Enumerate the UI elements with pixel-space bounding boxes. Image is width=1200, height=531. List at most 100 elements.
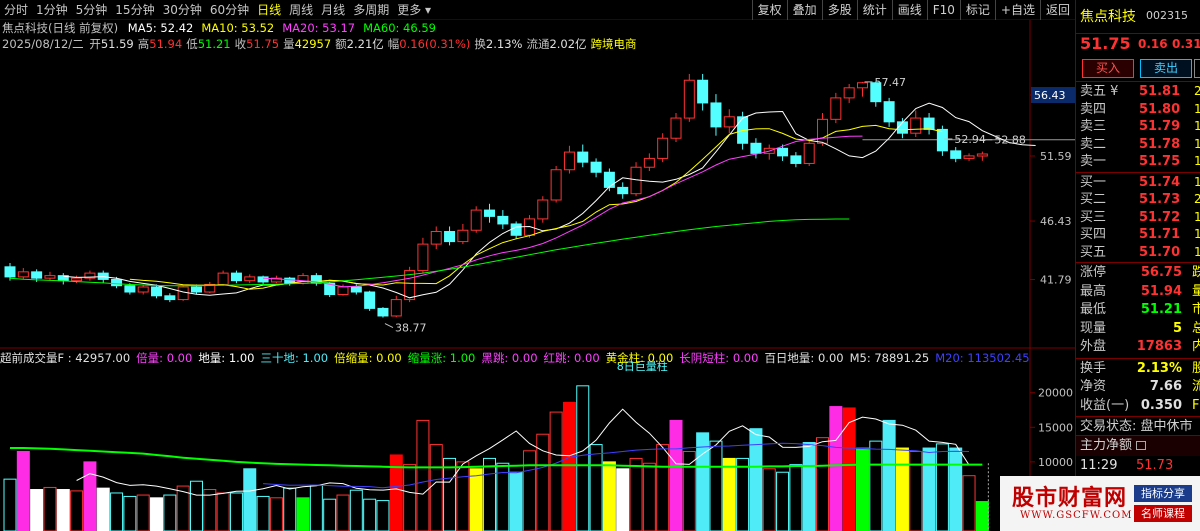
tool-button-6[interactable]: 标记 xyxy=(959,0,995,20)
volume-bar[interactable] xyxy=(949,447,963,531)
volume-bar[interactable] xyxy=(283,487,297,531)
volume-bar[interactable] xyxy=(216,492,230,531)
period-tab-9[interactable]: 多周期 xyxy=(349,0,393,20)
volume-bar[interactable] xyxy=(123,495,137,531)
volume-bar[interactable] xyxy=(776,471,790,531)
period-tab-7[interactable]: 周线 xyxy=(285,0,317,20)
volume-bar[interactable] xyxy=(309,484,323,531)
panel-toggle-button[interactable] xyxy=(1194,59,1200,78)
tool-button-2[interactable]: 多股 xyxy=(821,0,857,20)
volume-bar[interactable] xyxy=(203,489,217,531)
volume-bar[interactable] xyxy=(962,475,976,531)
volume-bar[interactable] xyxy=(762,468,776,531)
candle[interactable] xyxy=(17,268,29,280)
volume-bar[interactable] xyxy=(3,478,17,531)
candle[interactable] xyxy=(497,210,509,229)
period-tab-5[interactable]: 60分钟 xyxy=(206,0,253,20)
volume-bar[interactable] xyxy=(43,486,57,531)
volume-bar[interactable] xyxy=(895,447,909,531)
period-tab-0[interactable]: 分时 xyxy=(0,0,32,20)
net-flow-header[interactable]: 主力净额 xyxy=(1076,436,1200,456)
volume-bar[interactable] xyxy=(882,419,896,531)
volume-bar[interactable] xyxy=(909,451,923,531)
candle[interactable] xyxy=(950,147,962,163)
volume-bar[interactable] xyxy=(136,494,150,531)
volume-bar[interactable] xyxy=(789,464,803,531)
volume-bar[interactable] xyxy=(522,450,536,531)
candle[interactable] xyxy=(617,182,629,199)
volume-bar[interactable] xyxy=(549,411,563,531)
volume-bar[interactable] xyxy=(483,457,497,531)
volume-bar[interactable] xyxy=(416,419,430,531)
tool-button-8[interactable]: 返回 xyxy=(1039,0,1075,20)
period-tab-1[interactable]: 1分钟 xyxy=(32,0,72,20)
candle[interactable] xyxy=(244,274,256,284)
candle[interactable] xyxy=(510,221,522,240)
sell-button[interactable]: 卖出 xyxy=(1140,59,1192,78)
candle[interactable] xyxy=(550,165,562,203)
volume-bar[interactable] xyxy=(509,471,523,531)
candle[interactable] xyxy=(230,270,242,284)
period-tab-4[interactable]: 30分钟 xyxy=(159,0,206,20)
volume-bar[interactable] xyxy=(323,498,337,531)
candle[interactable] xyxy=(310,273,322,286)
volume-bar[interactable] xyxy=(256,495,270,531)
volume-bar[interactable] xyxy=(363,498,377,531)
volume-bar[interactable] xyxy=(110,492,124,531)
candle[interactable] xyxy=(590,158,602,178)
volume-bar[interactable] xyxy=(336,494,350,531)
candle[interactable] xyxy=(697,73,709,111)
volume-bar[interactable] xyxy=(296,497,310,531)
candle[interactable] xyxy=(750,138,762,159)
candle[interactable] xyxy=(204,281,216,294)
volume-bar[interactable] xyxy=(376,500,390,531)
volume-bar[interactable] xyxy=(642,462,656,531)
volume-bar[interactable] xyxy=(842,407,856,531)
volume-bar[interactable] xyxy=(443,457,457,531)
candle[interactable] xyxy=(657,133,669,163)
candle[interactable] xyxy=(896,118,908,139)
tool-button-7[interactable]: +自选 xyxy=(994,0,1040,20)
candle[interactable] xyxy=(137,284,149,295)
buy-button[interactable]: 买入 xyxy=(1082,59,1134,78)
tool-button-1[interactable]: 叠加 xyxy=(786,0,822,20)
candle[interactable] xyxy=(164,293,176,303)
volume-bar[interactable] xyxy=(935,443,949,531)
candle[interactable] xyxy=(643,153,655,172)
volume-bar[interactable] xyxy=(736,457,750,531)
candle[interactable] xyxy=(670,113,682,143)
volume-bar[interactable] xyxy=(429,444,443,531)
volume-bar[interactable] xyxy=(96,487,110,531)
candle[interactable] xyxy=(217,270,229,286)
volume-bar[interactable] xyxy=(70,490,84,531)
volume-bar[interactable] xyxy=(16,451,30,531)
volume-bar[interactable] xyxy=(975,501,989,531)
candle[interactable] xyxy=(883,97,895,127)
volume-bar[interactable] xyxy=(869,440,883,531)
period-tab-10[interactable]: 更多 ▾ xyxy=(393,0,435,20)
candle[interactable] xyxy=(817,113,829,146)
volume-bar[interactable] xyxy=(682,451,696,531)
candle[interactable] xyxy=(377,307,389,318)
candle[interactable] xyxy=(84,270,96,281)
candle[interactable] xyxy=(603,168,615,192)
candle[interactable] xyxy=(843,84,855,103)
candle[interactable] xyxy=(430,226,442,250)
candle[interactable] xyxy=(577,144,589,168)
course-tag[interactable]: 名师课程 xyxy=(1134,505,1192,522)
candle[interactable] xyxy=(417,237,429,274)
volume-bar[interactable] xyxy=(802,442,816,531)
candle[interactable] xyxy=(390,295,402,318)
volume-bar[interactable] xyxy=(56,489,70,531)
period-tab-2[interactable]: 5分钟 xyxy=(72,0,112,20)
volume-bar[interactable] xyxy=(855,447,869,531)
period-tab-8[interactable]: 月线 xyxy=(317,0,349,20)
volume-bar[interactable] xyxy=(83,461,97,531)
candle[interactable] xyxy=(683,73,695,122)
candle[interactable] xyxy=(936,125,948,156)
volume-bar[interactable] xyxy=(229,492,243,531)
concept-tag[interactable]: 跨境电商 xyxy=(591,37,637,51)
candle[interactable] xyxy=(830,92,842,124)
volume-bar[interactable] xyxy=(403,464,417,531)
volume-bar[interactable] xyxy=(469,468,483,531)
